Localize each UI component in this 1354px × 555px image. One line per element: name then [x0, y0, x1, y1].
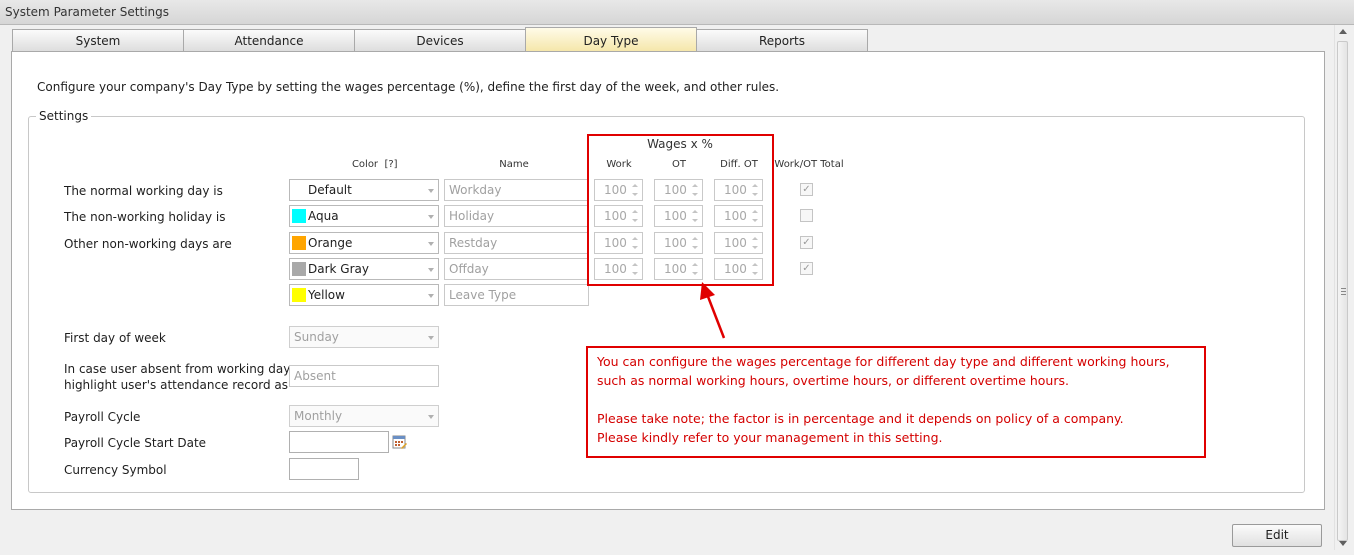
check-icon: ✓ [802, 263, 811, 274]
grip-line [1341, 288, 1346, 289]
calendar-icon[interactable] [392, 434, 407, 449]
edit-button[interactable]: Edit [1232, 524, 1322, 547]
first-day-select[interactable]: Sunday [289, 326, 439, 348]
settings-group-title: Settings [36, 109, 92, 123]
color-select-value: Aqua [308, 209, 339, 223]
work-ot-total-checkbox-row4[interactable]: ✓ [800, 262, 813, 275]
color-help-link[interactable]: [?] [381, 159, 401, 170]
color-swatch [292, 262, 306, 276]
vertical-scrollbar[interactable] [1334, 25, 1350, 550]
page-description: Configure your company's Day Type by set… [37, 80, 780, 94]
callout-line-1: You can configure the wages percentage f… [597, 354, 1170, 369]
chevron-down-icon [428, 189, 434, 193]
currency-label: Currency Symbol [64, 463, 167, 477]
chevron-down-icon [428, 294, 434, 298]
absent-label-line2: highlight user's attendance record as [64, 378, 288, 392]
absent-highlight-input[interactable]: Absent [289, 365, 439, 387]
wages-highlight-box [587, 134, 774, 286]
color-swatch [292, 183, 306, 197]
check-icon: ✓ [802, 184, 811, 195]
payroll-cycle-select[interactable]: Monthly [289, 405, 439, 427]
color-swatch [292, 236, 306, 250]
chevron-down-icon [428, 336, 434, 340]
work-ot-total-checkbox-row2[interactable] [800, 209, 813, 222]
name-input-holiday[interactable]: Holiday [444, 205, 589, 227]
work-ot-total-checkbox-row1[interactable]: ✓ [800, 183, 813, 196]
scrollbar-thumb[interactable] [1337, 41, 1348, 541]
normal-day-label: The normal working day is [64, 184, 223, 198]
payroll-start-label: Payroll Cycle Start Date [64, 436, 207, 450]
color-select-value: Default [308, 183, 352, 197]
currency-symbol-input[interactable] [289, 458, 359, 480]
color-select-value: Dark Gray [308, 262, 369, 276]
color-select-aqua[interactable]: Aqua [289, 205, 439, 227]
name-input-leave-type[interactable]: Leave Type [444, 284, 589, 306]
annotation-arrow-icon [700, 282, 726, 339]
callout-line-4: Please kindly refer to your management i… [597, 430, 943, 445]
window-title-bar: System Parameter Settings [0, 0, 1354, 25]
name-input-workday[interactable]: Workday [444, 179, 589, 201]
color-select-value: Yellow [308, 288, 345, 302]
name-input-restday[interactable]: Restday [444, 232, 589, 254]
chevron-down-icon [428, 215, 434, 219]
work-ot-total-column-header: Work/OT Total [774, 159, 844, 170]
scroll-up-icon[interactable] [1339, 29, 1347, 34]
payroll-start-date-input[interactable] [289, 431, 389, 453]
payroll-cycle-value: Monthly [294, 409, 343, 423]
grip-line [1341, 291, 1346, 292]
color-swatch [292, 288, 306, 302]
check-icon: ✓ [802, 237, 811, 248]
window-title: System Parameter Settings [5, 5, 170, 19]
scroll-down-icon[interactable] [1339, 541, 1347, 546]
color-column-header: Color [351, 159, 379, 170]
tab-devices[interactable]: Devices [354, 29, 526, 52]
chevron-down-icon [428, 415, 434, 419]
callout-line-3: Please take note; the factor is in perce… [597, 411, 1124, 426]
chevron-down-icon [428, 268, 434, 272]
color-select-default[interactable]: Default [289, 179, 439, 201]
other-days-label: Other non-working days are [64, 237, 232, 251]
tab-reports[interactable]: Reports [696, 29, 868, 52]
callout-line-2: such as normal working hours, overtime h… [597, 373, 1069, 388]
first-day-label: First day of week [64, 331, 166, 345]
tab-day-type[interactable]: Day Type [525, 27, 697, 52]
absent-label-line1: In case user absent from working day, [64, 362, 295, 376]
grip-line [1341, 294, 1346, 295]
color-swatch [292, 209, 306, 223]
color-select-orange[interactable]: Orange [289, 232, 439, 254]
holiday-label: The non-working holiday is [64, 210, 226, 224]
tab-attendance[interactable]: Attendance [183, 29, 355, 52]
color-select-dark-gray[interactable]: Dark Gray [289, 258, 439, 280]
payroll-cycle-label: Payroll Cycle [64, 410, 141, 424]
name-column-header: Name [499, 159, 529, 170]
chevron-down-icon [428, 242, 434, 246]
name-input-offday[interactable]: Offday [444, 258, 589, 280]
first-day-value: Sunday [294, 330, 339, 344]
tab-system[interactable]: System [12, 29, 184, 52]
color-select-yellow[interactable]: Yellow [289, 284, 439, 306]
work-ot-total-checkbox-row3[interactable]: ✓ [800, 236, 813, 249]
color-select-value: Orange [308, 236, 353, 250]
